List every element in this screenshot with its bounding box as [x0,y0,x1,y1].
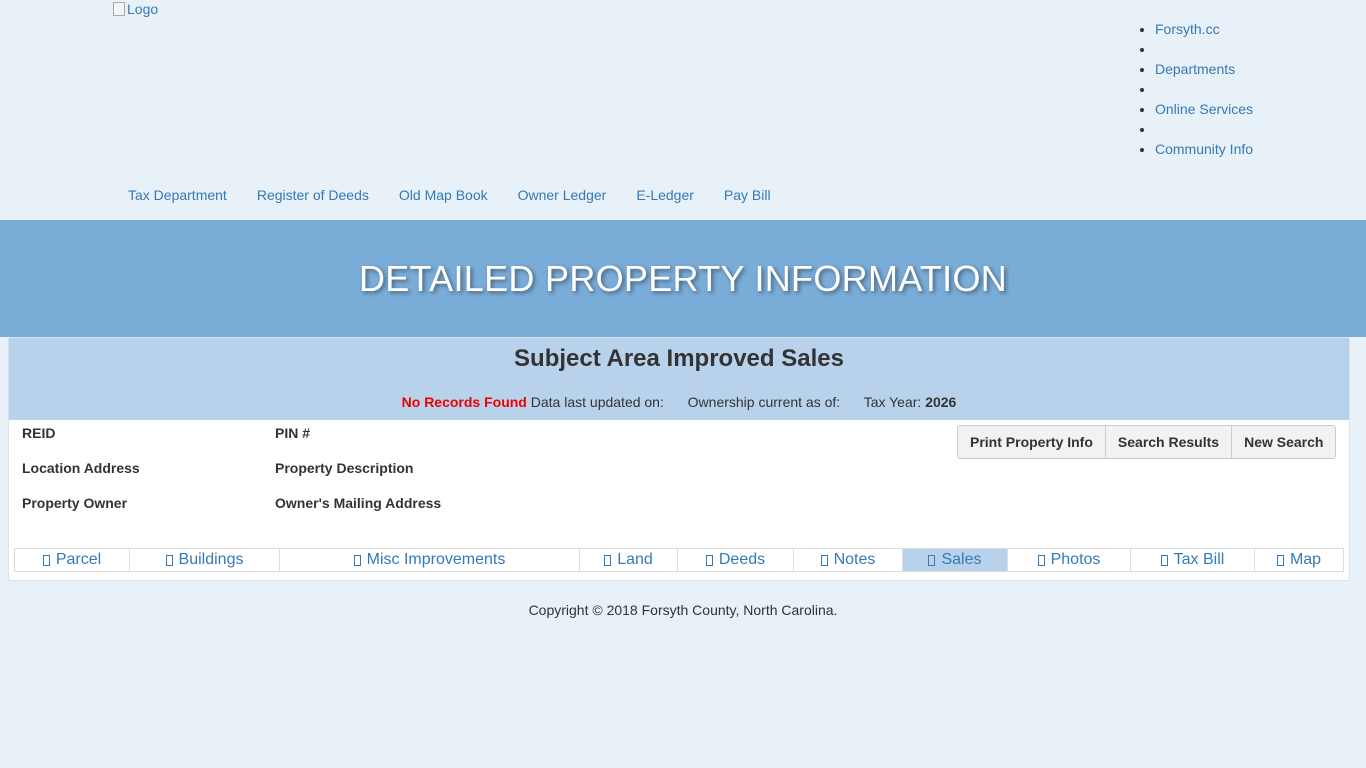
top-nav-item-community-info: Community Info [1155,140,1253,160]
top-nav-link-online-services[interactable]: Online Services [1155,101,1253,117]
top-nav-item-online-services: Online Services [1155,100,1253,120]
tax-year-label: Tax Year: [863,394,922,410]
sub-nav-tax-department[interactable]: Tax Department [113,185,242,205]
photos-icon [1037,554,1045,566]
logo-alt-text: Logo [127,1,159,17]
page-banner: DETAILED PROPERTY INFORMATION [0,220,1366,337]
tab-deeds[interactable]: Deeds [678,549,794,571]
status-line: No Records Found Data last updated on: O… [9,393,1349,411]
sub-nav: Tax Department Register of Deeds Old Map… [113,185,786,205]
top-nav-item-departments: Departments [1155,60,1253,80]
deeds-icon [705,554,713,566]
land-icon [604,554,612,566]
top-nav-separator [1155,40,1253,60]
search-results-button[interactable]: Search Results [1105,426,1233,458]
tab-sales[interactable]: Sales [903,549,1008,571]
property-panel: Subject Area Improved Sales No Records F… [8,337,1350,581]
pin-label: PIN # [275,425,311,441]
parcel-icon [42,554,50,566]
tab-label: Deeds [718,551,766,568]
location-address-label: Location Address [22,460,140,476]
tab-land[interactable]: Land [580,549,678,571]
top-nav: Forsyth.cc Departments Online Services C… [1141,20,1253,160]
action-button-group: Print Property Info Search Results New S… [957,425,1337,459]
sub-nav-register-of-deeds[interactable]: Register of Deeds [242,185,384,205]
tax-bill-icon [1160,554,1168,566]
reid-label: REID [22,425,56,441]
owners-mailing-address-label: Owner's Mailing Address [275,495,442,511]
tab-misc-improvements[interactable]: Misc Improvements [280,549,580,571]
no-records-text: No Records Found [401,394,527,410]
top-nav-link-community-info[interactable]: Community Info [1155,141,1253,157]
tab-map[interactable]: Map [1255,549,1343,571]
new-search-button[interactable]: New Search [1232,426,1336,458]
tab-label: Map [1289,551,1322,568]
logo[interactable]: Logo [113,1,158,17]
tab-label: Misc Improvements [366,551,506,568]
top-nav-item-forsyth: Forsyth.cc [1155,20,1253,40]
tab-label: Land [617,551,653,568]
page-title: DETAILED PROPERTY INFORMATION [358,258,1008,299]
tab-label: Sales [941,551,982,568]
tab-notes[interactable]: Notes [794,549,903,571]
copyright-text: Copyright © 2018 Forsyth County, North C… [528,602,838,618]
buildings-icon [165,554,173,566]
data-updated-label: Data last updated on: [530,394,664,410]
map-icon [1276,554,1284,566]
ownership-label: Ownership current as of: [687,394,841,410]
sub-nav-e-ledger[interactable]: E-Ledger [621,185,709,205]
property-tabs: Parcel Buildings Misc Improvements Land … [14,548,1344,572]
tab-label: Tax Bill [1173,551,1225,568]
sub-nav-owner-ledger[interactable]: Owner Ledger [503,185,622,205]
sales-icon [928,554,936,566]
panel-header: Subject Area Improved Sales No Records F… [9,338,1349,420]
tab-label: Parcel [55,551,102,568]
tab-parcel[interactable]: Parcel [15,549,130,571]
tab-buildings[interactable]: Buildings [130,549,280,571]
top-nav-link-departments[interactable]: Departments [1155,61,1235,77]
tab-label: Photos [1050,551,1101,568]
panel-title: Subject Area Improved Sales [514,345,844,372]
top-nav-separator [1155,120,1253,140]
tab-label: Notes [833,551,876,568]
sub-nav-pay-bill[interactable]: Pay Bill [709,185,786,205]
tab-label: Buildings [178,551,244,568]
notes-icon [820,554,828,566]
top-nav-separator [1155,80,1253,100]
tab-photos[interactable]: Photos [1008,549,1131,571]
tax-year-value: 2026 [925,394,957,410]
sub-nav-old-map-book[interactable]: Old Map Book [384,185,503,205]
property-description-label: Property Description [275,460,414,476]
print-property-info-button[interactable]: Print Property Info [958,426,1106,458]
top-nav-link-forsyth[interactable]: Forsyth.cc [1155,21,1220,37]
misc-improvements-icon [353,554,361,566]
broken-image-icon [113,2,125,16]
property-owner-label: Property Owner [22,495,128,511]
tab-tax-bill[interactable]: Tax Bill [1131,549,1255,571]
